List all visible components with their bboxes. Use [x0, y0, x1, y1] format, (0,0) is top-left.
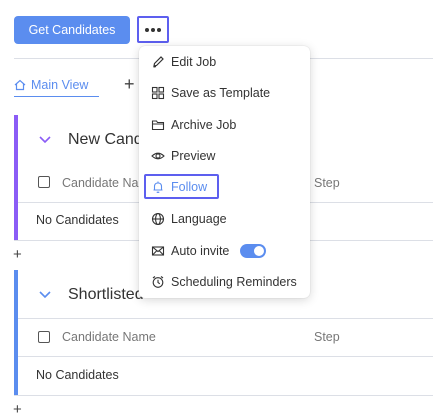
menu-item-archive-job[interactable]: Archive Job — [139, 111, 310, 139]
menu-item-label: Edit Job — [171, 55, 217, 69]
active-tab-indicator — [14, 96, 99, 97]
toggle-knob — [254, 246, 264, 256]
menu-item-preview[interactable]: Preview — [139, 142, 310, 170]
stage-title: New Cand — [68, 131, 143, 148]
row-divider — [18, 356, 433, 357]
column-step: Step — [314, 330, 340, 344]
bell-icon — [151, 180, 165, 194]
add-view-button[interactable]: + — [124, 74, 135, 95]
column-candidate-name: Candidate Na — [62, 176, 139, 190]
globe-icon — [151, 212, 165, 226]
dot-icon — [157, 27, 161, 32]
menu-item-label: Preview — [171, 149, 216, 163]
tab-main-view-label: Main View — [31, 78, 89, 92]
more-options-button[interactable] — [137, 16, 169, 43]
menu-item-edit-job[interactable]: Edit Job — [139, 48, 310, 76]
dot-icon — [151, 27, 155, 32]
chevron-down-icon[interactable] — [38, 290, 52, 300]
row-divider — [18, 318, 433, 319]
folder-icon — [151, 118, 165, 132]
pencil-icon — [151, 55, 165, 69]
menu-item-scheduling-reminders[interactable]: Scheduling Reminders — [139, 268, 310, 296]
select-all-checkbox[interactable] — [38, 331, 50, 343]
auto-invite-toggle[interactable] — [240, 244, 266, 258]
column-candidate-name: Candidate Name — [62, 330, 156, 344]
job-actions-menu: Edit Job Save as Template Archive Job Pr… — [139, 46, 310, 298]
add-stage-button[interactable]: + — [13, 246, 22, 263]
menu-item-auto-invite[interactable]: Auto invite — [139, 237, 310, 265]
empty-state-text: No Candidates — [36, 368, 119, 382]
menu-item-label: Scheduling Reminders — [171, 275, 297, 289]
menu-item-save-as-template[interactable]: Save as Template — [139, 79, 310, 107]
eye-icon — [151, 149, 165, 163]
select-all-checkbox[interactable] — [38, 176, 50, 188]
stage-accent-bar — [14, 115, 18, 241]
menu-item-label: Language — [171, 212, 227, 226]
menu-item-label: Follow — [171, 180, 208, 194]
grid-icon — [151, 86, 165, 100]
menu-item-language[interactable]: Language — [139, 205, 310, 233]
stage-accent-bar — [14, 270, 18, 395]
get-candidates-button[interactable]: Get Candidates — [14, 16, 130, 44]
alarm-icon — [151, 275, 165, 289]
menu-item-label: Archive Job — [171, 118, 237, 132]
menu-item-label: Auto invite — [171, 244, 230, 258]
stage-title: Shortlisted — [68, 286, 144, 303]
column-step: Step — [314, 176, 340, 190]
tab-main-view[interactable]: Main View — [14, 78, 88, 92]
chevron-down-icon[interactable] — [38, 135, 52, 145]
empty-state-text: No Candidates — [36, 213, 119, 227]
menu-item-follow[interactable]: Follow — [139, 173, 310, 201]
mail-icon — [151, 244, 165, 258]
dot-icon — [145, 27, 149, 32]
stage-divider — [14, 395, 433, 396]
menu-item-label: Save as Template — [171, 86, 271, 100]
home-icon — [14, 79, 26, 91]
add-stage-button[interactable]: + — [13, 401, 22, 418]
